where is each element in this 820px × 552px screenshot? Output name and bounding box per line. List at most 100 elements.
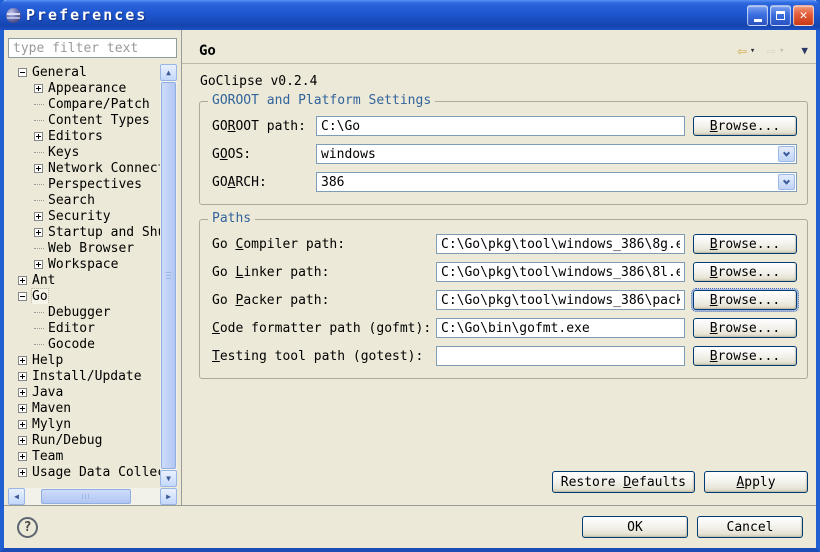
go-packer-path-input[interactable]	[436, 290, 685, 310]
go-linker-path-row: Go Linker path:Browse...	[212, 262, 797, 282]
cancel-button[interactable]: Cancel	[697, 516, 803, 538]
tree-item-workspace[interactable]: Workspace	[8, 256, 160, 272]
expand-toggle-icon[interactable]	[18, 372, 27, 381]
tree-item-perspectives[interactable]: Perspectives	[8, 176, 160, 192]
tree-vscrollbar[interactable]: ▲ ▼	[160, 64, 177, 487]
tree-item-usage-data-collect[interactable]: Usage Data Collect	[8, 464, 160, 480]
expand-toggle-icon[interactable]	[18, 436, 27, 445]
tree-connector	[34, 344, 44, 345]
scroll-right-button[interactable]: ▶	[160, 488, 177, 505]
tree-item-editors[interactable]: Editors	[8, 128, 160, 144]
go-compiler-path-label: Go Compiler path:	[212, 237, 436, 252]
scroll-down-button[interactable]: ▼	[160, 470, 177, 487]
tree-item-startup-and-shu[interactable]: Startup and Shu	[8, 224, 160, 240]
hscrollbar-thumb[interactable]	[41, 489, 131, 504]
go-packer-path-browse-button[interactable]: Browse...	[693, 290, 797, 310]
tree-item-label: Perspectives	[48, 177, 142, 192]
testing-tool-path-input[interactable]	[436, 346, 685, 366]
scroll-left-button[interactable]: ◀	[8, 488, 25, 505]
expand-toggle-icon[interactable]	[34, 212, 43, 221]
scroll-left-icon: ◀	[14, 492, 19, 501]
testing-tool-path-browse-button[interactable]: Browse...	[693, 346, 797, 366]
expand-toggle-icon[interactable]	[18, 452, 27, 461]
tree-item-java[interactable]: Java	[8, 384, 160, 400]
collapse-toggle-icon[interactable]	[18, 68, 27, 77]
go-linker-path-input[interactable]	[436, 262, 685, 282]
expand-toggle-icon[interactable]	[18, 356, 27, 365]
view-menu-button[interactable]: ▼	[801, 44, 808, 57]
tree-connector	[34, 184, 44, 185]
goos-combo[interactable]: windows	[316, 144, 797, 164]
forward-button[interactable]: ⇨	[766, 43, 776, 59]
back-menu-icon[interactable]: ▾	[750, 46, 755, 56]
chevron-down-icon[interactable]	[778, 146, 795, 162]
tree-connector	[34, 152, 44, 153]
tree-connector	[34, 248, 44, 249]
tree-item-network-connect[interactable]: Network Connect	[8, 160, 160, 176]
group-title: Paths	[208, 211, 255, 226]
page-header: Go ⇦ ▾ ⇨ ▾ ▼	[182, 38, 816, 64]
expand-toggle-icon[interactable]	[18, 388, 27, 397]
expand-toggle-icon[interactable]	[34, 84, 43, 93]
goos-label: GOOS:	[212, 147, 316, 162]
goroot-path-browse-button[interactable]: Browse...	[693, 116, 797, 136]
tree-item-gocode[interactable]: Gocode	[8, 336, 160, 352]
code-formatter-path-input[interactable]	[436, 318, 685, 338]
tree-item-editor[interactable]: Editor	[8, 320, 160, 336]
minimize-button[interactable]	[747, 5, 768, 26]
expand-toggle-icon[interactable]	[34, 132, 43, 141]
eclipse-logo-icon	[6, 8, 21, 23]
expand-toggle-icon[interactable]	[18, 420, 27, 429]
expand-toggle-icon[interactable]	[34, 164, 43, 173]
ok-button[interactable]: OK	[582, 516, 688, 538]
go-compiler-path-input[interactable]	[436, 234, 685, 254]
back-button[interactable]: ⇦	[737, 43, 747, 59]
vscrollbar-thumb[interactable]	[161, 82, 176, 469]
tree-item-search[interactable]: Search	[8, 192, 160, 208]
go-compiler-path-browse-button[interactable]: Browse...	[693, 234, 797, 254]
tree-item-go[interactable]: Go	[8, 288, 160, 304]
chevron-down-icon[interactable]	[778, 174, 795, 190]
tree-item-ant[interactable]: Ant	[8, 272, 160, 288]
tree-item-maven[interactable]: Maven	[8, 400, 160, 416]
goarch-value: 386	[317, 175, 777, 190]
minimize-icon	[754, 19, 762, 22]
tree-hscrollbar[interactable]: ◀ ▶	[8, 488, 177, 505]
tree-item-general[interactable]: General	[8, 64, 160, 80]
tree-item-label: Gocode	[48, 337, 95, 352]
filter-input[interactable]	[8, 38, 177, 58]
expand-toggle-icon[interactable]	[18, 468, 27, 477]
scroll-right-icon: ▶	[166, 492, 171, 501]
close-button[interactable]: ✕	[793, 5, 814, 26]
go-linker-path-browse-button[interactable]: Browse...	[693, 262, 797, 282]
titlebar[interactable]: Preferences ✕	[0, 0, 820, 30]
tree-item-debugger[interactable]: Debugger	[8, 304, 160, 320]
collapse-toggle-icon[interactable]	[18, 292, 27, 301]
scroll-up-button[interactable]: ▲	[160, 64, 177, 81]
goarch-combo[interactable]: 386	[316, 172, 797, 192]
tree-item-mylyn[interactable]: Mylyn	[8, 416, 160, 432]
tree-connector	[34, 120, 44, 121]
tree-item-security[interactable]: Security	[8, 208, 160, 224]
tree-item-install-update[interactable]: Install/Update	[8, 368, 160, 384]
help-button[interactable]: ?	[17, 517, 38, 538]
expand-toggle-icon[interactable]	[18, 404, 27, 413]
hscrollbar-track[interactable]	[131, 488, 160, 505]
tree-item-compare-patch[interactable]: Compare/Patch	[8, 96, 160, 112]
expand-toggle-icon[interactable]	[34, 228, 43, 237]
restore-defaults-button[interactable]: Restore Defaults	[552, 471, 695, 493]
tree-item-team[interactable]: Team	[8, 448, 160, 464]
expand-toggle-icon[interactable]	[34, 260, 43, 269]
forward-menu-icon[interactable]: ▾	[779, 46, 784, 56]
tree-item-run-debug[interactable]: Run/Debug	[8, 432, 160, 448]
tree-item-appearance[interactable]: Appearance	[8, 80, 160, 96]
maximize-button[interactable]	[770, 5, 791, 26]
tree-item-help[interactable]: Help	[8, 352, 160, 368]
tree-item-web-browser[interactable]: Web Browser	[8, 240, 160, 256]
goroot-path-input[interactable]	[316, 116, 685, 136]
tree-item-content-types[interactable]: Content Types	[8, 112, 160, 128]
expand-toggle-icon[interactable]	[18, 276, 27, 285]
apply-button[interactable]: Apply	[704, 471, 808, 493]
code-formatter-path-browse-button[interactable]: Browse...	[693, 318, 797, 338]
tree-item-keys[interactable]: Keys	[8, 144, 160, 160]
